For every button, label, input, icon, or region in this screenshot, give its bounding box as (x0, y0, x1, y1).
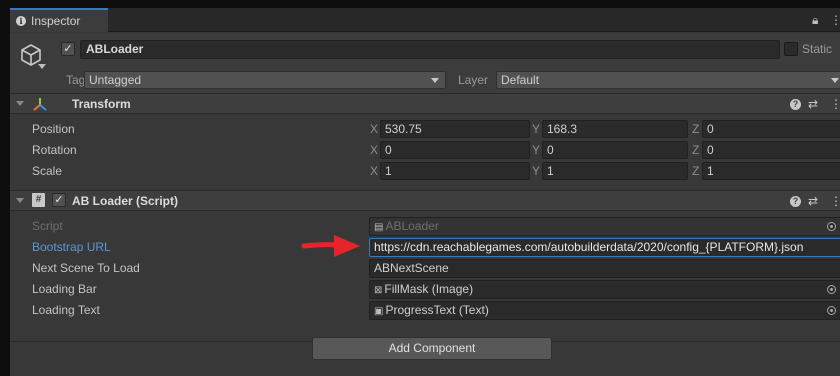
static-checkbox[interactable] (784, 42, 798, 56)
next-scene-label: Next Scene To Load (32, 261, 140, 275)
chevron-down-icon (831, 78, 839, 83)
csharp-script-icon: # (32, 193, 45, 207)
object-picker-icon (827, 222, 836, 231)
presets-icon[interactable]: ⇄ (808, 96, 818, 112)
foldout-arrow-icon[interactable] (16, 101, 24, 106)
rotation-y-axis-label: Y (532, 143, 541, 157)
more-options-icon[interactable]: ⋮ (830, 12, 840, 28)
text-icon: ▣ (374, 306, 384, 317)
image-icon: ⊠ (374, 285, 383, 296)
layer-label: Layer (458, 73, 489, 87)
red-arrow-annotation (301, 235, 360, 257)
gameobject-header: ✓ ABLoader Static Tag Untagged Layer Def… (10, 33, 840, 95)
tag-dropdown[interactable]: Untagged (84, 71, 446, 89)
scale-label: Scale (32, 164, 63, 178)
bootstrap-url-label: Bootstrap URL (32, 240, 111, 254)
position-x-field[interactable]: 530.75 (380, 120, 530, 138)
inspector-window: i Inspector 🔒︎ ⋮ ✓ ABLoader Static Tag U… (10, 8, 840, 376)
script-component-header[interactable]: # ✓ AB Loader (Script) ? ⇄ ⋮ (10, 190, 840, 211)
help-icon[interactable]: ? (790, 99, 801, 110)
loading-bar-label: Loading Bar (32, 282, 97, 296)
tag-value: Untagged (89, 73, 142, 87)
tag-label: Tag (66, 73, 86, 87)
rotation-y-field[interactable]: 0 (542, 141, 688, 159)
more-options-icon[interactable]: ⋮ (830, 96, 840, 112)
add-component-button[interactable]: Add Component (312, 337, 552, 360)
script-field: ▤ ABLoader (369, 217, 840, 236)
rotation-z-field[interactable]: 0 (702, 141, 840, 159)
loading-text-label: Loading Text (32, 303, 100, 317)
tab-inspector[interactable]: i Inspector (10, 8, 108, 32)
bootstrap-url-input[interactable]: https://cdn.reachablegames.com/autobuild… (369, 238, 840, 257)
position-z-axis-label: Z (692, 122, 700, 136)
position-x-axis-label: X (370, 122, 379, 136)
scale-z-axis-label: Z (692, 164, 700, 178)
script-icon: ▤ (374, 222, 384, 233)
script-value: ABLoader (385, 219, 439, 233)
object-picker-icon[interactable] (827, 285, 836, 294)
scale-x-field[interactable]: 1 (380, 162, 530, 180)
transform-title: Transform (72, 97, 131, 111)
rotation-z-axis-label: Z (692, 143, 700, 157)
position-y-field[interactable]: 168.3 (542, 120, 688, 138)
active-checkbox[interactable]: ✓ (61, 42, 75, 56)
help-icon[interactable]: ? (790, 196, 801, 207)
position-label: Position (32, 122, 75, 136)
icon-dropdown-caret-icon[interactable] (38, 64, 46, 69)
tab-label: Inspector (31, 14, 81, 28)
scale-x-axis-label: X (370, 164, 379, 178)
loading-bar-value: FillMask (Image) (384, 282, 474, 296)
layer-dropdown[interactable]: Default (496, 71, 840, 89)
scale-y-axis-label: Y (532, 164, 541, 178)
tab-bar (10, 8, 840, 32)
chevron-down-icon (431, 78, 439, 83)
transform-header[interactable]: Transform ? ⇄ ⋮ (10, 93, 840, 114)
transform-icon (33, 98, 47, 111)
position-y-axis-label: Y (532, 122, 541, 136)
more-options-icon[interactable]: ⋮ (830, 193, 840, 209)
gameobject-name-input[interactable]: ABLoader (80, 40, 780, 59)
static-label: Static (802, 42, 833, 56)
foldout-arrow-icon[interactable] (16, 198, 24, 203)
rotation-x-field[interactable]: 0 (380, 141, 530, 159)
rotation-label: Rotation (32, 143, 77, 157)
lock-icon[interactable]: 🔒︎ (812, 12, 818, 28)
loading-text-value: ProgressText (Text) (385, 303, 489, 317)
object-picker-icon[interactable] (827, 306, 836, 315)
layer-value: Default (501, 73, 540, 87)
scale-z-field[interactable]: 1 (702, 162, 840, 180)
loading-text-field[interactable]: ▣ ProgressText (Text) (369, 301, 840, 320)
script-component-title: AB Loader (Script) (72, 194, 179, 208)
presets-icon[interactable]: ⇄ (808, 193, 818, 209)
position-z-field[interactable]: 0 (702, 120, 840, 138)
script-label: Script (32, 219, 63, 233)
loading-bar-field[interactable]: ⊠ FillMask (Image) (369, 280, 840, 299)
component-enabled-checkbox[interactable]: ✓ (52, 193, 66, 207)
rotation-x-axis-label: X (370, 143, 379, 157)
next-scene-input[interactable]: ABNextScene (369, 259, 840, 278)
info-icon: i (16, 16, 26, 26)
scale-y-field[interactable]: 1 (542, 162, 688, 180)
